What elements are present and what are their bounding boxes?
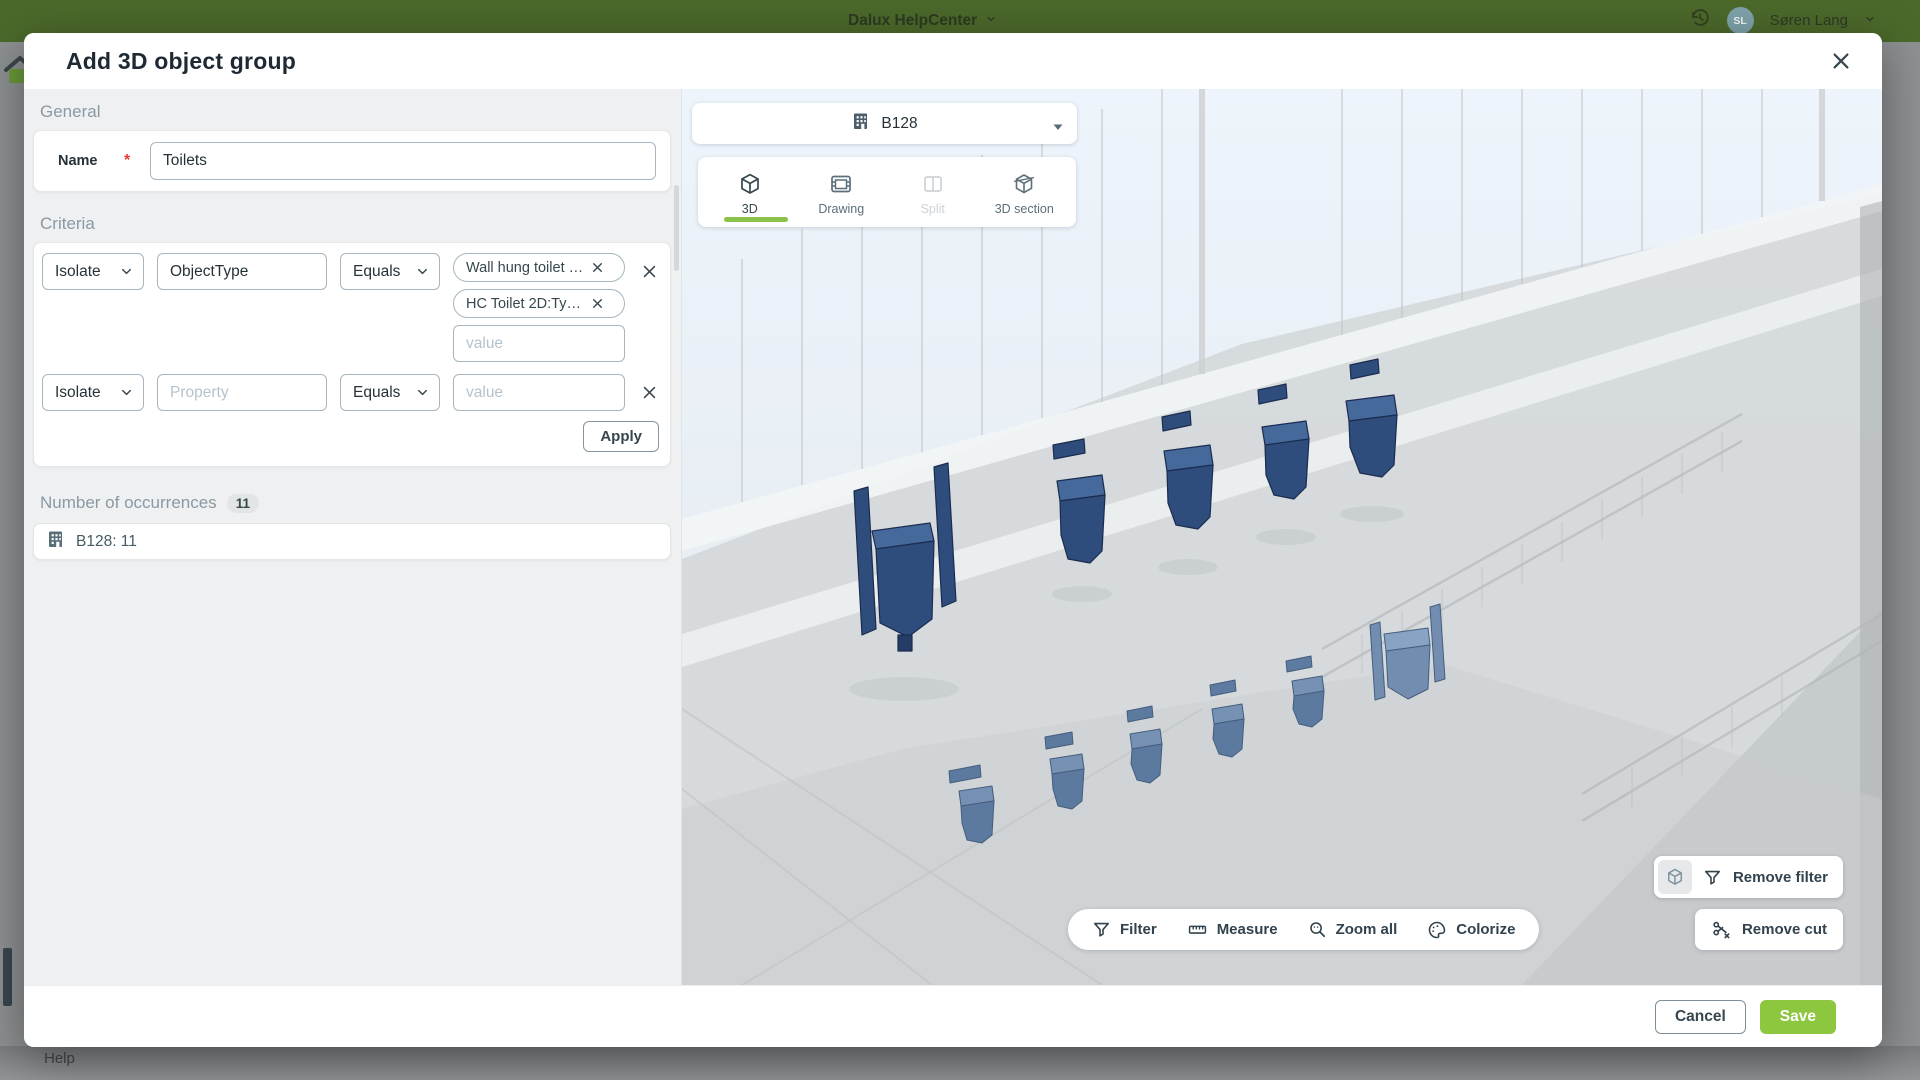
avatar[interactable]: SL [1727, 7, 1754, 34]
occurrence-item[interactable]: B128: 11 [33, 523, 671, 560]
tab-drawing[interactable]: Drawing [796, 157, 888, 227]
colorize-button[interactable]: Colorize [1427, 920, 1515, 940]
measure-button[interactable]: Measure [1187, 920, 1278, 939]
dialog-title: Add 3D object group [66, 48, 296, 75]
property-input[interactable] [157, 253, 327, 290]
filter-icon [1703, 868, 1722, 887]
building-icon [46, 529, 66, 554]
caret-down-icon [1052, 119, 1064, 137]
filter-button-label: Filter [1120, 921, 1157, 938]
occurrences-count-badge: 11 [227, 494, 259, 513]
palette-icon [1427, 920, 1447, 940]
magnifier-icon [1308, 920, 1327, 939]
chevron-down-icon [1864, 12, 1876, 30]
dialog-header: Add 3D object group [24, 33, 1882, 89]
tab-split: Split [887, 157, 979, 227]
active-tab-indicator [724, 217, 788, 222]
apply-button[interactable]: Apply [583, 421, 659, 452]
tab-3d-section[interactable]: 3D section [979, 157, 1071, 227]
viewer-toolbar: Filter Measure Zoom all [1068, 909, 1539, 950]
cube-view-icon[interactable] [1658, 860, 1692, 894]
action-select-value: Isolate [55, 384, 101, 402]
occurrence-item-label: B128: 11 [76, 533, 137, 551]
name-card: Name * [33, 130, 671, 192]
property-input[interactable] [157, 374, 327, 411]
value-input[interactable] [453, 325, 625, 362]
zoom-all-button-label: Zoom all [1336, 921, 1398, 938]
chevron-down-icon [415, 385, 430, 400]
tab-3d[interactable]: 3D [704, 157, 796, 227]
chip-label: HC Toilet 2D:Typ… [466, 296, 584, 312]
remove-cut-label: Remove cut [1742, 921, 1827, 938]
name-input[interactable] [150, 142, 656, 180]
scissors-icon [1711, 919, 1732, 940]
action-select[interactable]: Isolate [42, 253, 144, 290]
operator-select-value: Equals [353, 384, 400, 402]
user-menu-label[interactable]: Søren Lang [1770, 12, 1848, 29]
chip-remove-icon[interactable] [591, 261, 604, 274]
value-input[interactable] [453, 374, 625, 411]
remove-filter-button[interactable]: Remove filter [1654, 856, 1843, 898]
criteria-card: Isolate Equals Wall hung toilet 2… [33, 242, 671, 467]
chevron-down-icon [415, 264, 430, 279]
history-icon[interactable] [1689, 7, 1711, 34]
help-link[interactable]: Help [44, 1050, 75, 1067]
occurrences-label: Number of occurrences [40, 493, 217, 513]
chip-label: Wall hung toilet 2… [466, 260, 584, 276]
criteria-panel: General Name * Criteria Isolate Equals [24, 89, 682, 985]
remove-filter-label: Remove filter [1733, 869, 1828, 886]
add-3d-object-group-dialog: Add 3D object group General Name * Crite… [24, 33, 1882, 1047]
ruler-icon [1187, 920, 1208, 939]
drawing-icon [829, 172, 853, 196]
view-mode-tabs: 3D Drawing Split [698, 157, 1076, 227]
dialog-footer: Cancel Save [24, 985, 1882, 1047]
tab-label: 3D section [995, 202, 1054, 216]
panel-scrollbar[interactable] [674, 185, 679, 271]
operator-select-value: Equals [353, 263, 400, 281]
page-backdrop-bottom [0, 1046, 1920, 1080]
value-chips: Wall hung toilet 2… HC Toilet 2D:Typ… [453, 253, 625, 362]
value-chip: HC Toilet 2D:Typ… [453, 289, 625, 318]
name-label: Name [58, 153, 124, 169]
general-section-label: General [40, 102, 671, 122]
filter-button[interactable]: Filter [1092, 920, 1157, 939]
action-select[interactable]: Isolate [42, 374, 144, 411]
model-selector-value: B128 [881, 115, 917, 133]
3d-viewer[interactable]: B128 3D [682, 89, 1882, 985]
criteria-row: Isolate Equals Wall hung toilet 2… [42, 253, 662, 362]
tab-label: 3D [742, 202, 758, 216]
chevron-down-icon [119, 385, 134, 400]
chevron-down-icon [985, 12, 997, 30]
remove-cut-button[interactable]: Remove cut [1695, 909, 1843, 950]
cube-icon [738, 172, 762, 196]
operator-select[interactable]: Equals [340, 374, 440, 411]
action-select-value: Isolate [55, 263, 101, 281]
close-icon[interactable] [1826, 46, 1856, 76]
app-header-right: SL Søren Lang [1689, 7, 1876, 34]
measure-button-label: Measure [1217, 921, 1278, 938]
criteria-section-label: Criteria [40, 214, 671, 234]
cancel-button[interactable]: Cancel [1655, 1000, 1746, 1034]
cube-section-icon [1012, 172, 1036, 196]
tab-label: Drawing [818, 202, 864, 216]
chip-remove-icon[interactable] [591, 297, 604, 310]
building-icon [851, 111, 871, 136]
value-chip: Wall hung toilet 2… [453, 253, 625, 282]
colorize-button-label: Colorize [1456, 921, 1515, 938]
save-button[interactable]: Save [1760, 1000, 1836, 1034]
operator-select[interactable]: Equals [340, 253, 440, 290]
zoom-all-button[interactable]: Zoom all [1308, 920, 1398, 939]
app-brand-label: Dalux HelpCenter [848, 12, 977, 30]
remove-row-icon[interactable] [638, 374, 660, 411]
page-scroll-thumb [3, 948, 12, 1006]
tab-label: Split [921, 202, 945, 216]
criteria-row: Isolate Equals [42, 374, 662, 411]
chevron-down-icon [119, 264, 134, 279]
split-icon [921, 172, 945, 196]
app-brand[interactable]: Dalux HelpCenter [848, 12, 997, 30]
filter-icon [1092, 920, 1111, 939]
required-asterisk: * [124, 152, 150, 170]
remove-row-icon[interactable] [638, 253, 660, 290]
model-selector-dropdown[interactable]: B128 [692, 103, 1077, 144]
